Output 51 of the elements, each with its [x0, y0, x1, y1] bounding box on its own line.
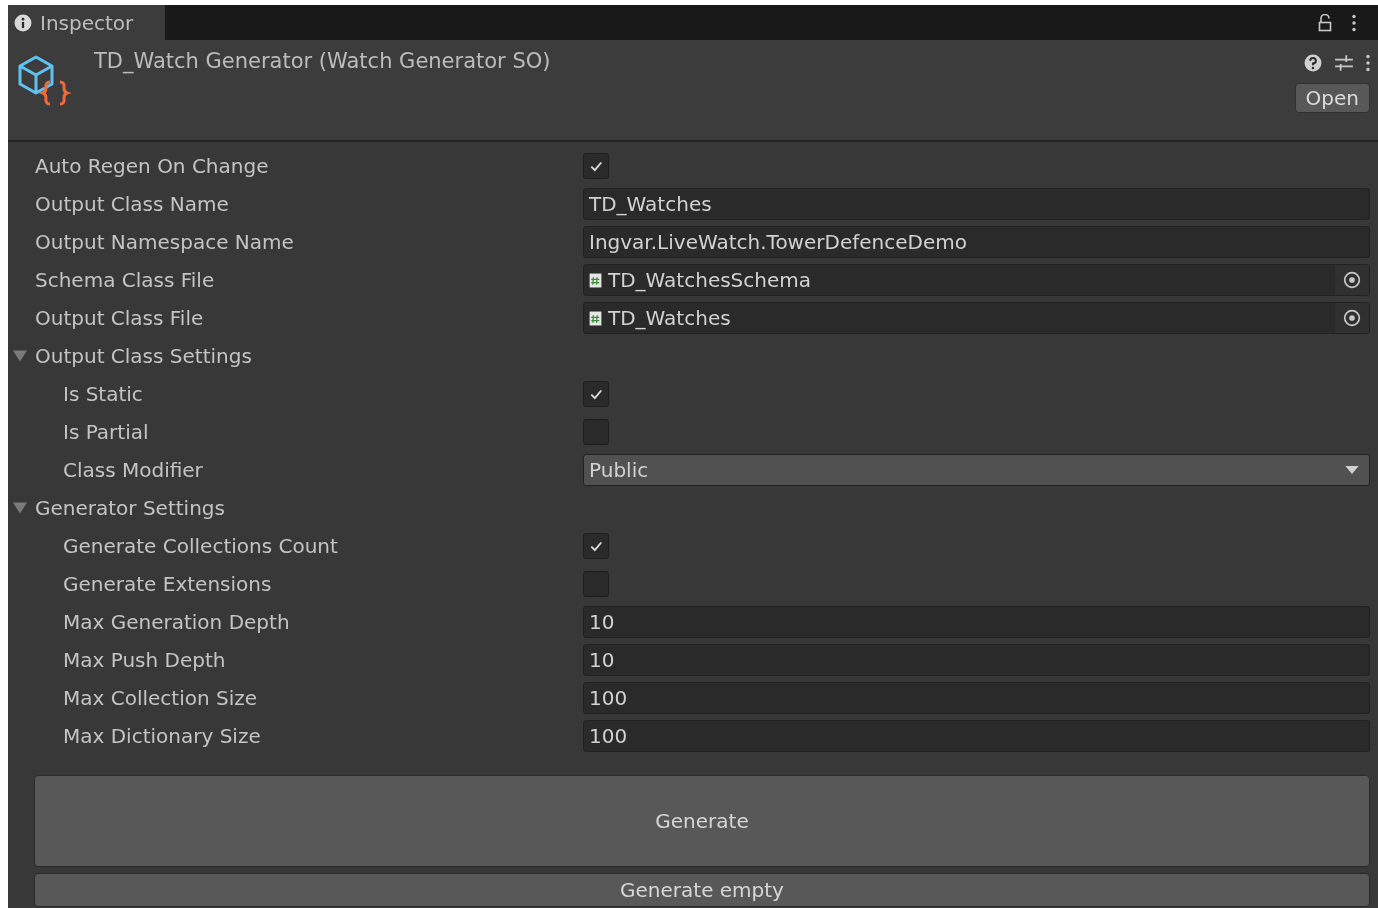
- text-field[interactable]: 100: [583, 682, 1370, 714]
- text-field[interactable]: Ingvar.LiveWatch.TowerDefenceDemo: [583, 226, 1370, 258]
- object-picker-icon[interactable]: [1343, 271, 1361, 289]
- text-field[interactable]: 100: [583, 720, 1370, 752]
- foldout-header[interactable]: Output Class Settings: [8, 344, 252, 368]
- sliders-icon[interactable]: [1334, 53, 1354, 73]
- field-label: Max Push Depth: [62, 648, 227, 672]
- caret-icon: [1345, 466, 1359, 474]
- checkmark-icon: [589, 539, 603, 553]
- field-label: Schema Class File: [34, 268, 216, 292]
- object-title: TD_Watch Generator (Watch Generator SO): [94, 49, 552, 73]
- dropdown[interactable]: Public: [583, 454, 1370, 486]
- checkbox[interactable]: [583, 419, 609, 445]
- object-field[interactable]: TD_Watches: [583, 302, 1370, 334]
- inspector-tab[interactable]: Inspector: [8, 5, 166, 40]
- text-field[interactable]: 10: [583, 644, 1370, 676]
- field-label: Generate Extensions: [62, 572, 273, 596]
- field-label: Class Modifier: [62, 458, 204, 482]
- object-field[interactable]: TD_WatchesSchema: [583, 264, 1370, 296]
- script-file-icon: [589, 310, 602, 326]
- checkbox[interactable]: [583, 153, 609, 179]
- lock-icon[interactable]: [1318, 13, 1332, 32]
- open-button[interactable]: Open: [1294, 83, 1370, 113]
- text-field[interactable]: TD_Watches: [583, 188, 1370, 220]
- more-options-icon[interactable]: [1352, 13, 1356, 32]
- field-label: Generate Collections Count: [62, 534, 339, 558]
- generate-button[interactable]: Generate: [34, 775, 1370, 867]
- checkmark-icon: [589, 159, 603, 173]
- field-label: Output Class File: [34, 306, 205, 330]
- field-label: Max Generation Depth: [62, 610, 291, 634]
- triangle-icon: [13, 501, 27, 515]
- field-label: Is Static: [62, 382, 144, 406]
- checkbox[interactable]: [583, 571, 609, 597]
- script-file-icon: [589, 272, 602, 288]
- foldout-header[interactable]: Generator Settings: [8, 496, 225, 520]
- object-picker-icon[interactable]: [1343, 309, 1361, 327]
- field-label: Output Namespace Name: [34, 230, 295, 254]
- checkbox[interactable]: [583, 533, 609, 559]
- field-label: Auto Regen On Change: [34, 154, 270, 178]
- more-options-icon[interactable]: [1366, 54, 1370, 72]
- help-icon[interactable]: [1304, 54, 1322, 72]
- generate-button[interactable]: Generate empty: [34, 873, 1370, 907]
- field-label: Is Partial: [62, 420, 150, 444]
- field-label: Output Class Name: [34, 192, 230, 216]
- checkmark-icon: [589, 387, 603, 401]
- text-field[interactable]: 10: [583, 606, 1370, 638]
- field-label: Max Dictionary Size: [62, 724, 262, 748]
- info-icon: [14, 13, 32, 32]
- checkbox[interactable]: [583, 381, 609, 407]
- field-label: Max Collection Size: [62, 686, 259, 710]
- triangle-icon: [13, 349, 27, 363]
